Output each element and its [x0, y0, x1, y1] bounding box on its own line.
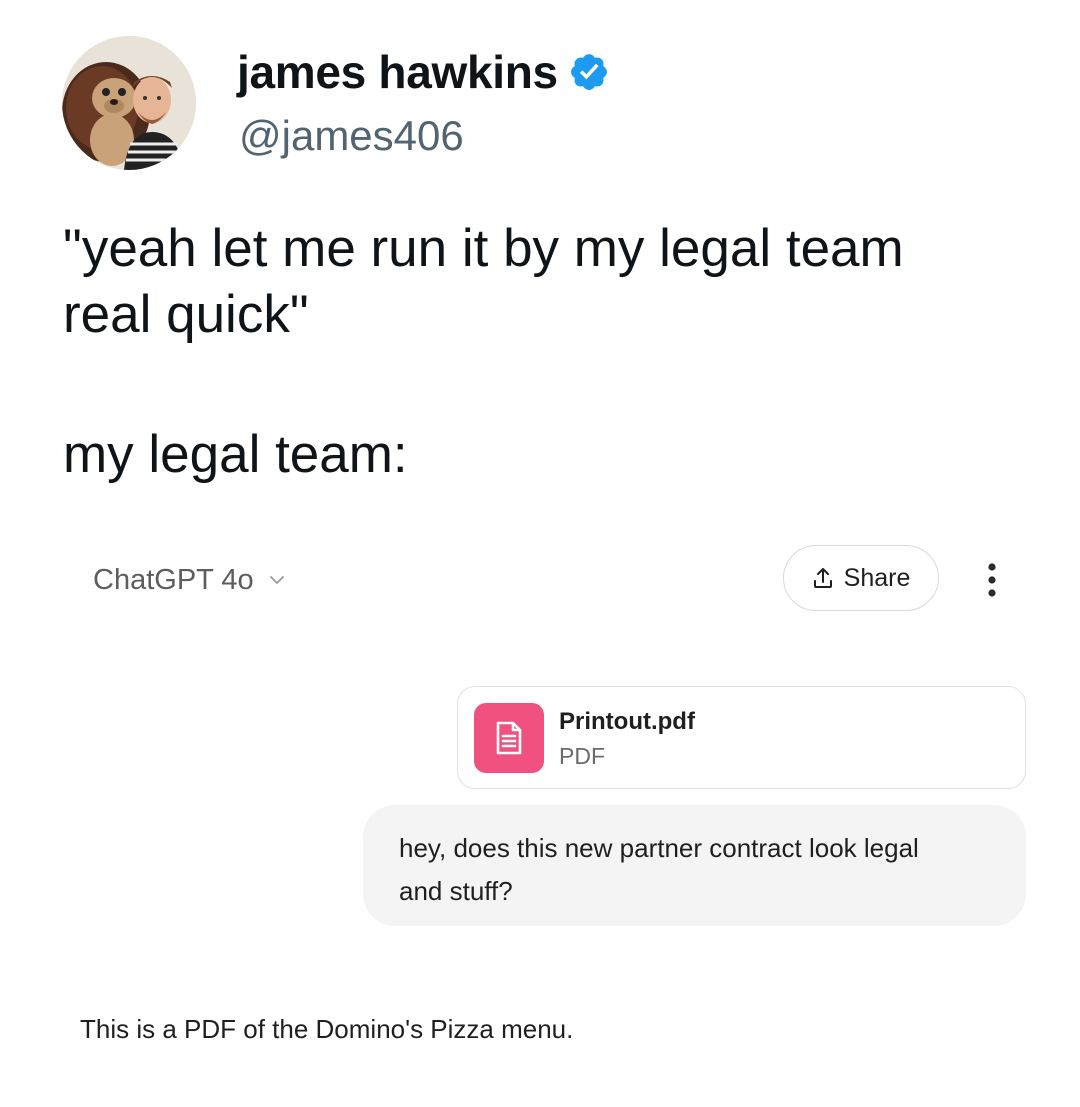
avatar-photo	[62, 36, 196, 170]
more-vertical-icon	[987, 562, 997, 598]
tweet-line: my legal team:	[63, 425, 408, 484]
share-label: Share	[843, 563, 911, 592]
user-message-line: and stuff?	[399, 876, 513, 906]
chevron-down-icon	[268, 567, 286, 594]
verified-badge-icon	[568, 51, 610, 93]
user-message-bubble: hey, does this new partner contract look…	[363, 805, 1026, 926]
more-options-button[interactable]	[972, 558, 1012, 602]
document-icon	[494, 720, 524, 756]
avatar[interactable]	[62, 36, 196, 170]
model-selector[interactable]: ChatGPT 4o	[93, 560, 286, 600]
display-name-row: james hawkins	[237, 44, 610, 100]
share-icon	[812, 566, 834, 590]
tweet-line: "yeah let me run it by my legal team	[63, 219, 904, 278]
file-icon-tile	[474, 703, 544, 773]
assistant-message: This is a PDF of the Domino's Pizza menu…	[80, 1014, 574, 1044]
tweet-text: "yeah let me run it by my legal team rea…	[63, 216, 1023, 488]
file-type: PDF	[559, 743, 605, 769]
file-name: Printout.pdf	[559, 708, 695, 735]
model-name: ChatGPT 4o	[93, 564, 254, 596]
display-name[interactable]: james hawkins	[237, 44, 558, 100]
user-handle[interactable]: @james406	[239, 111, 464, 161]
tweet-line: real quick"	[63, 285, 309, 344]
share-button[interactable]: Share	[783, 545, 939, 611]
file-attachment-card[interactable]: Printout.pdf PDF	[457, 686, 1026, 789]
user-message-line: hey, does this new partner contract look…	[399, 833, 919, 863]
